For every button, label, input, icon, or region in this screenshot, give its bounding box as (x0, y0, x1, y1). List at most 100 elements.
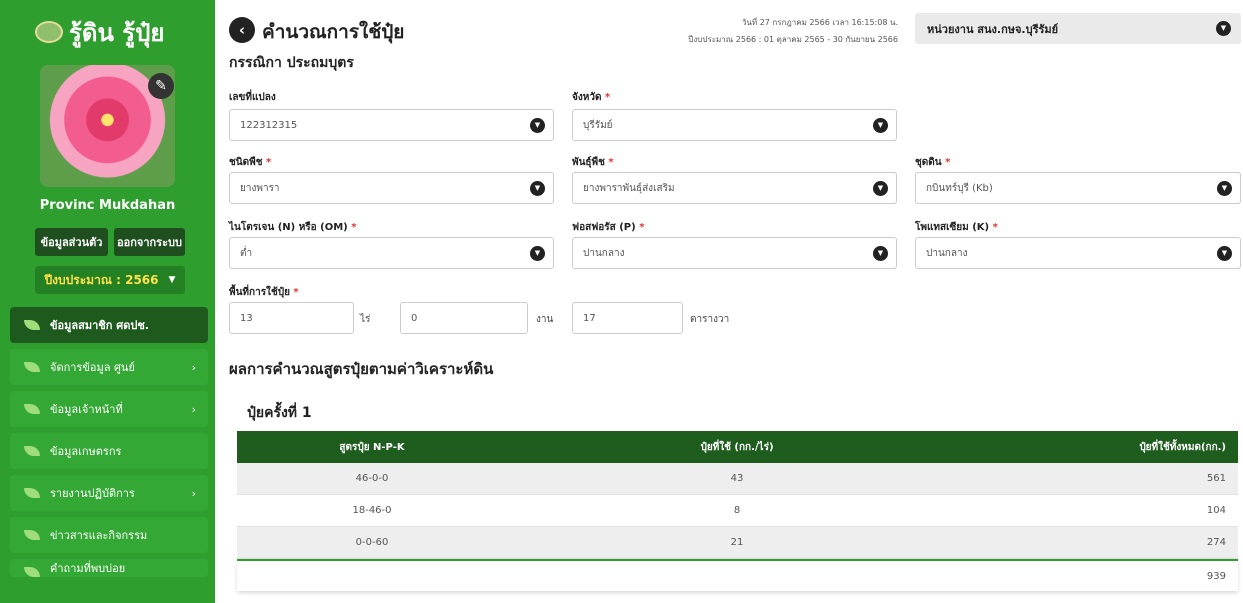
agency-select[interactable]: หน่วยงาน สนง.กษจ.บุรีรัมย์ ▼ (915, 13, 1241, 44)
edit-avatar-pencil-icon[interactable]: ✎ (148, 73, 174, 99)
potassium-select[interactable]: ปานกลาง ▼ (915, 237, 1241, 269)
brand-title: รู้ดิน รู้ปุ๋ย (69, 18, 165, 47)
province-value: บุรีรัมย์ (583, 119, 613, 131)
crop-type-label: ชนิดพืช * (229, 155, 271, 170)
column-header-formula: สูตรปุ๋ย N-P-K (339, 441, 405, 453)
caret-down-icon: ▼ (168, 275, 176, 285)
chevron-right-icon: › (191, 486, 196, 500)
nitrogen-select[interactable]: ต่ำ ▼ (229, 237, 554, 269)
plot-no-label: เลขที่แปลง (229, 92, 276, 103)
phosphorus-value: ปานกลาง (583, 247, 625, 259)
chevron-right-icon: › (191, 402, 196, 416)
crop-variety-value: ยางพาราพันธุ์ส่งเสริม (583, 182, 675, 194)
dropdown-caret-icon: ▼ (873, 246, 888, 261)
menu-item-faq[interactable]: คำถามที่พบบ่อย (10, 559, 208, 577)
menu-item-members[interactable]: ข้อมูลสมาชิก ศดปช. (10, 307, 208, 343)
dropdown-caret-icon: ▼ (873, 118, 888, 133)
agency-label: หน่วยงาน สนง.กษจ.บุรีรัมย์ (927, 22, 1059, 36)
fiscal-year-select[interactable]: ปีงบประมาณ : 2566 ▼ (35, 266, 185, 294)
leaf-icon (24, 404, 40, 414)
brand-logo-icon (35, 21, 63, 43)
area-rai-input[interactable]: 13 (229, 302, 354, 334)
required-mark: * (604, 92, 611, 103)
province-label: จังหวัด * (572, 90, 610, 105)
leaf-icon (24, 567, 40, 577)
menu-item-label: ข้อมูลเกษตรกร (50, 445, 122, 458)
leaf-icon (24, 320, 40, 330)
dropdown-caret-icon: ▼ (530, 118, 545, 133)
dropdown-caret-icon: ▼ (1217, 246, 1232, 261)
table-row: 46-0-0 43 561 (237, 463, 1238, 495)
sidebar: รู้ดิน รู้ปุ๋ย ✎ Provinc Mukdahan ข้อมูล… (0, 0, 215, 603)
dropdown-caret-icon: ▼ (530, 181, 545, 196)
plot-no-value: 122312315 (240, 119, 298, 131)
date-line: วันที่ 27 กรกฎาคม 2566 เวลา 16:15:08 น. (741, 18, 898, 27)
farmer-name: กรรณิกา ประถมบุตร (229, 55, 354, 71)
menu-item-label: รายงานปฏิบัติการ (50, 487, 135, 500)
area-label-text: พื้นที่การใช้ปุ๋ย (229, 287, 290, 298)
grand-total: 939 (1206, 570, 1226, 582)
phosphorus-label: ฟอสฟอรัส (P) * (572, 220, 644, 235)
province-label-text: จังหวัด (572, 92, 602, 103)
crop-type-select[interactable]: ยางพารา ▼ (229, 172, 554, 204)
dropdown-caret-icon: ▼ (530, 246, 545, 261)
crop-variety-select[interactable]: ยางพาราพันธุ์ส่งเสริม ▼ (572, 172, 897, 204)
chevron-right-icon: › (191, 360, 196, 374)
menu-item-news[interactable]: ข่าวสารและกิจกรรม (10, 517, 208, 553)
phosphorus-select[interactable]: ปานกลาง ▼ (572, 237, 897, 269)
cell-formula: 46-0-0 (355, 473, 389, 484)
potassium-label-text: โพแทสเซียม (K) (915, 222, 990, 233)
table-header: สูตรปุ๋ย N-P-K ปุ๋ยที่ใช้ (กก./ไร่) ปุ๋ย… (237, 431, 1238, 463)
ngan-unit: งาน (536, 314, 554, 325)
nitrogen-label-text: ไนโตรเจน (N) หรือ (OM) (229, 222, 348, 233)
crop-variety-label-text: พันธุ์พืช (572, 157, 605, 168)
crop-variety-label: พันธุ์พืช * (572, 155, 614, 170)
soil-series-label-text: ชุดดิน (915, 157, 942, 168)
dropdown-caret-icon: ▼ (1217, 181, 1232, 196)
cell-per-rai: 43 (730, 473, 744, 484)
logout-button[interactable]: ออกจากระบบ (114, 228, 185, 256)
potassium-label: โพแทสเซียม (K) * (915, 220, 998, 235)
cell-total: 104 (1206, 505, 1226, 516)
crop-type-value: ยางพารา (240, 182, 280, 194)
fiscal-year-label: ปีงบประมาณ : 2566 (44, 272, 159, 287)
required-mark: * (351, 222, 357, 233)
cell-per-rai: 8 (733, 505, 741, 516)
area-rai-value: 13 (240, 312, 253, 324)
required-mark: * (945, 157, 951, 168)
area-ngan-input[interactable]: 0 (400, 302, 528, 334)
menu-item-label: คำถามที่พบบ่อย (50, 562, 126, 575)
page-title: คำนวณการใช้ปุ๋ย (262, 21, 405, 43)
dropdown-caret-icon: ▼ (873, 181, 888, 196)
soil-series-value: กบินทร์บุรี (Kb) (926, 182, 993, 194)
required-mark: * (639, 222, 645, 233)
area-wa-input[interactable]: 17 (572, 302, 683, 334)
profile-button[interactable]: ข้อมูลส่วนตัว (35, 228, 108, 256)
cell-per-rai: 21 (730, 537, 744, 548)
nitrogen-label: ไนโตรเจน (N) หรือ (OM) * (229, 220, 356, 235)
required-mark: * (265, 157, 272, 168)
back-arrow-icon[interactable]: ‹ (229, 17, 255, 43)
leaf-icon (24, 446, 40, 456)
cell-total: 274 (1206, 537, 1226, 548)
menu-item-center-management[interactable]: จัดการข้อมูล ศูนย์ › (10, 349, 208, 385)
round-title: ปุ๋ยครั้งที่ 1 (247, 405, 312, 421)
column-header-per-rai: ปุ๋ยที่ใช้ (กก./ไร่) (700, 441, 774, 453)
user-name: Provinc Mukdahan (39, 198, 176, 213)
brand[interactable]: รู้ดิน รู้ปุ๋ย (35, 12, 205, 52)
province-select[interactable]: บุรีรัมย์ ▼ (572, 109, 897, 141)
menu-item-staff[interactable]: ข้อมูลเจ้าหน้าที่ › (10, 391, 208, 427)
wa-unit: ตารางวา (690, 314, 730, 325)
potassium-value: ปานกลาง (926, 247, 968, 259)
soil-series-select[interactable]: กบินทร์บุรี (Kb) ▼ (915, 172, 1241, 204)
plot-no-select[interactable]: 122312315 ▼ (229, 109, 554, 141)
required-mark: * (608, 157, 614, 168)
menu-item-reports[interactable]: รายงานปฏิบัติการ › (10, 475, 208, 511)
required-mark: * (992, 222, 998, 233)
menu-item-label: จัดการข้อมูล ศูนย์ (50, 361, 135, 374)
results-table: สูตรปุ๋ย N-P-K ปุ๋ยที่ใช้ (กก./ไร่) ปุ๋ย… (237, 431, 1238, 591)
rai-unit: ไร่ (360, 314, 371, 325)
cell-total: 561 (1206, 473, 1226, 484)
menu-item-farmers[interactable]: ข้อมูลเกษตรกร (10, 433, 208, 469)
leaf-icon (24, 530, 40, 540)
